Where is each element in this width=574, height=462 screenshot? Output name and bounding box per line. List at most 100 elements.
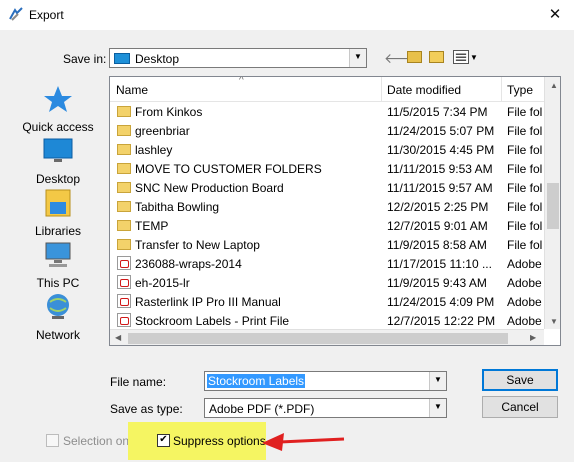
network-icon (47, 294, 69, 319)
place-label: This PC (36, 276, 80, 290)
window-title: Export (29, 8, 64, 22)
file-date: 11/9/2015 8:58 AM (387, 238, 487, 252)
save-as-type-value: Adobe PDF (*.PDF) (209, 402, 315, 416)
star-icon (44, 86, 72, 112)
column-header-name[interactable]: Name (116, 83, 148, 97)
file-date: 11/9/2015 9:43 AM (387, 276, 487, 290)
place-desktop[interactable]: Desktop (8, 136, 108, 186)
file-name: Stockroom Labels - Print File (135, 314, 290, 328)
file-date: 11/24/2015 5:07 PM (387, 124, 495, 138)
folder-icon (117, 144, 131, 155)
horizontal-scroll-thumb[interactable] (128, 333, 508, 344)
file-name: MOVE TO CUSTOMER FOLDERS (135, 162, 322, 176)
scroll-down-icon[interactable]: ▼ (550, 317, 558, 326)
file-row[interactable]: MOVE TO CUSTOMER FOLDERS 11/11/2015 9:53 … (110, 159, 550, 178)
file-name: 236088-wraps-2014 (135, 257, 242, 271)
file-name: SNC New Production Board (135, 181, 284, 195)
file-list[interactable]: ^ Name Date modified Type From Kinkos 11/… (109, 76, 561, 346)
file-date: 11/11/2015 9:53 AM (387, 162, 493, 176)
file-date: 12/7/2015 12:22 PM (387, 314, 496, 328)
pdf-file-icon (117, 313, 131, 327)
file-row[interactable]: SNC New Production Board 11/11/2015 9:57 … (110, 178, 550, 197)
file-name: TEMP (135, 219, 169, 233)
file-name-label: File name: (110, 375, 167, 389)
folder-icon (117, 239, 131, 250)
place-libraries[interactable]: Libraries (8, 188, 108, 238)
folder-icon (117, 182, 131, 193)
place-label: Libraries (34, 224, 82, 238)
file-date: 11/17/2015 11:10 ... (387, 257, 492, 271)
vertical-scrollbar[interactable]: ▲ ▼ (544, 77, 560, 329)
place-label: Desktop (35, 172, 81, 186)
suppress-options-label[interactable]: Suppress options (173, 434, 266, 448)
file-name-input[interactable]: Stockroom Labels ▼ (204, 371, 447, 391)
cancel-button[interactable]: Cancel (482, 396, 558, 418)
file-row[interactable]: TEMP 12/7/2015 9:01 AM File fol (110, 216, 550, 235)
column-header-type[interactable]: Type (507, 83, 533, 97)
folder-icon (117, 106, 131, 117)
file-date: 11/5/2015 7:34 PM (387, 105, 488, 119)
file-name-value[interactable]: Stockroom Labels (207, 374, 306, 388)
selection-only-label: Selection only (63, 434, 138, 448)
file-row[interactable]: Tabitha Bowling 12/2/2015 2:25 PM File fol (110, 197, 550, 216)
file-row[interactable]: greenbriar 11/24/2015 5:07 PM File fol (110, 121, 550, 140)
pdf-file-icon (117, 294, 131, 308)
horizontal-scrollbar[interactable]: ◀ ▶ (110, 329, 544, 345)
folder-icon (117, 125, 131, 136)
file-row[interactable]: eh-2015-lr 11/9/2015 9:43 AM Adobe (110, 273, 550, 292)
place-label: Quick access (22, 120, 94, 134)
pdf-file-icon (117, 275, 131, 289)
place-network[interactable]: Network (8, 292, 108, 342)
file-date: 11/30/2015 4:45 PM (387, 143, 495, 157)
view-menu-chevron-icon[interactable]: ▼ (470, 53, 478, 62)
chevron-down-icon[interactable]: ▼ (429, 399, 446, 417)
file-date: 11/11/2015 9:57 AM (387, 181, 493, 195)
libraries-icon (45, 189, 71, 217)
file-name: Transfer to New Laptop (135, 238, 260, 252)
scroll-up-icon[interactable]: ▲ (550, 81, 558, 90)
file-row[interactable]: Stockroom Labels - Print File 12/7/2015 1… (110, 311, 550, 330)
suppress-options-checkbox[interactable]: ✔ (157, 434, 170, 447)
file-name: From Kinkos (135, 105, 203, 119)
file-row[interactable]: lashley 11/30/2015 4:45 PM File fol (110, 140, 550, 159)
place-this-pc[interactable]: This PC (8, 240, 108, 290)
file-name: Rasterlink IP Pro III Manual (135, 295, 281, 309)
column-headers: ^ Name Date modified Type (110, 77, 550, 102)
file-row[interactable]: 236088-wraps-2014 11/17/2015 11:10 ... Ado… (110, 254, 550, 273)
computer-icon (45, 242, 71, 267)
scroll-right-icon[interactable]: ▶ (530, 333, 536, 342)
save-button[interactable]: Save (482, 369, 558, 391)
vertical-scroll-thumb[interactable] (547, 183, 559, 229)
file-name: lashley (135, 143, 173, 157)
save-as-type-label: Save as type: (110, 402, 183, 416)
file-date: 11/24/2015 4:09 PM (387, 295, 495, 309)
sort-caret-icon: ^ (239, 76, 244, 86)
file-date: 12/2/2015 2:25 PM (387, 200, 489, 214)
chevron-down-icon[interactable]: ▼ (429, 372, 446, 390)
desktop-folder-icon (114, 53, 130, 64)
close-icon[interactable]: ✕ (540, 2, 570, 28)
folder-icon (117, 201, 131, 212)
place-label: Network (35, 328, 80, 342)
save-in-label: Save in: (63, 52, 107, 66)
file-row[interactable]: Rasterlink IP Pro III Manual 11/24/2015 4… (110, 292, 550, 311)
up-folder-icon[interactable] (407, 51, 422, 63)
file-name: eh-2015-lr (135, 276, 190, 290)
file-name: Tabitha Bowling (135, 200, 220, 214)
save-in-dropdown[interactable]: Desktop ▼ (109, 48, 367, 68)
place-quick-access[interactable]: Quick access (8, 84, 108, 134)
file-row[interactable]: From Kinkos 11/5/2015 7:34 PM File fol (110, 102, 550, 121)
file-row[interactable]: Transfer to New Laptop 11/9/2015 8:58 AM F… (110, 235, 550, 254)
places-bar: Quick access Desktop Libraries This PC N… (8, 76, 108, 346)
folder-icon (117, 220, 131, 231)
save-as-type-dropdown[interactable]: Adobe PDF (*.PDF) ▼ (204, 398, 447, 418)
chevron-down-icon[interactable]: ▼ (349, 49, 366, 67)
red-arrow-annotation (262, 433, 345, 451)
save-in-value: Desktop (135, 52, 180, 66)
view-menu-icon[interactable] (453, 50, 469, 64)
selection-only-checkbox (46, 434, 59, 447)
scroll-left-icon[interactable]: ◀ (115, 333, 121, 342)
new-folder-icon[interactable] (429, 51, 444, 63)
title-bar (0, 0, 574, 30)
column-header-date[interactable]: Date modified (387, 83, 461, 97)
